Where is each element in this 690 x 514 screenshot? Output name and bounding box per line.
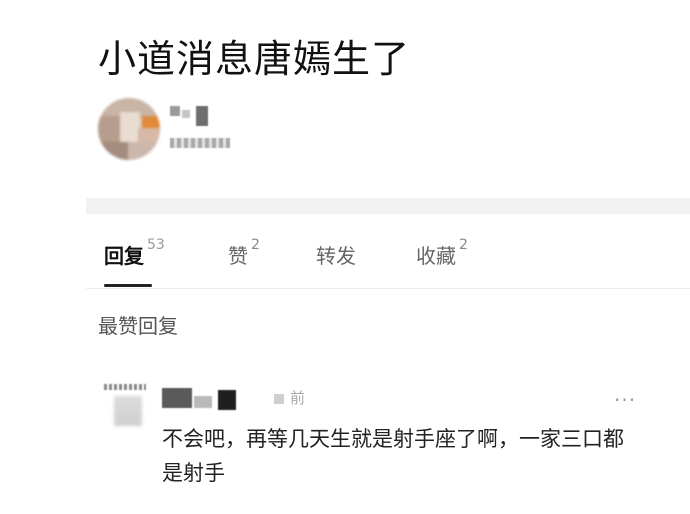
comment-text: 不会吧，再等几天生就是射手座了啊，一家三口都是射手 <box>162 427 624 485</box>
section-divider <box>86 198 690 214</box>
tab-replies-count: 53 <box>147 237 165 254</box>
tab-reposts[interactable]: 转发 <box>316 240 356 269</box>
more-horizontal-icon[interactable]: ··· <box>614 388 636 412</box>
tab-favorites[interactable]: 收藏 2 <box>416 237 468 269</box>
commenter-avatar[interactable] <box>102 382 150 430</box>
active-tab-indicator <box>104 284 152 287</box>
author-avatar[interactable] <box>98 98 160 160</box>
tab-reposts-label: 转发 <box>316 244 356 268</box>
tab-bar: 回复 53 赞2 转发 收藏 2 <box>86 216 690 289</box>
comment-item[interactable]: 前 ··· 不会吧，再等几天生就是射手座了啊，一家三口都是射手 <box>98 378 658 498</box>
tab-favorites-label: 收藏 <box>416 244 456 268</box>
comment-time: 前 <box>274 387 305 408</box>
tab-replies-label: 回复 <box>104 244 144 268</box>
post-title: 小道消息唐嫣生了 <box>98 37 411 81</box>
commenter-name-redacted[interactable] <box>162 386 242 410</box>
tab-favorites-count: 2 <box>459 237 468 254</box>
tab-replies[interactable]: 回复 53 <box>104 237 165 269</box>
author-block[interactable] <box>98 98 398 162</box>
top-replies-label: 最赞回复 <box>98 314 178 338</box>
author-meta-redacted <box>170 138 230 148</box>
tab-likes-label: 赞 <box>228 244 248 268</box>
tab-likes[interactable]: 赞2 <box>228 237 260 269</box>
avatar-mask-text <box>104 384 146 390</box>
tab-likes-count: 2 <box>251 237 260 254</box>
author-name-redacted[interactable] <box>170 106 210 128</box>
avatar-mask <box>114 396 142 426</box>
